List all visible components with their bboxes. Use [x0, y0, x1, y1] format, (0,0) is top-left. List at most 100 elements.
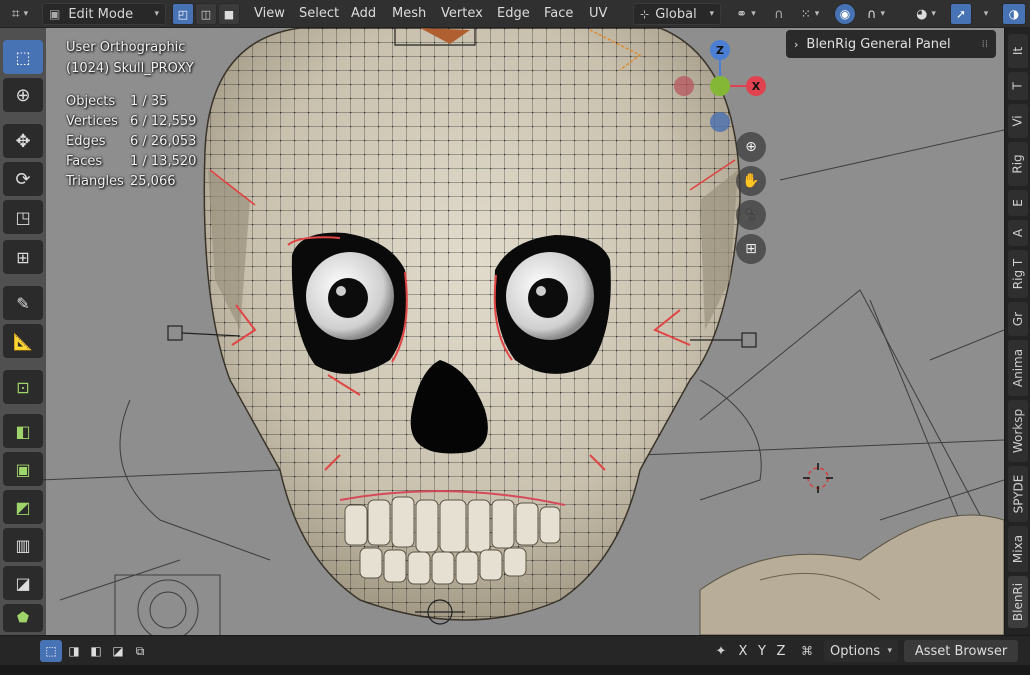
stat-label: Objects	[66, 94, 116, 109]
snap-target-button[interactable]: ⁙ ▾	[792, 3, 828, 25]
menu-vertex[interactable]: Vertex	[441, 6, 483, 21]
chevron-down-icon: ▾	[931, 9, 936, 19]
editor-type-button[interactable]: ⌗ ▾	[4, 3, 36, 25]
knife-tool[interactable]: ◪	[3, 566, 43, 600]
pan-button[interactable]: ✋	[736, 166, 766, 196]
topology-mirror-icon: ⌘	[801, 644, 813, 658]
tab-rig-t[interactable]: Rig T	[1008, 250, 1028, 298]
topology-mirror-toggle[interactable]: ⌘	[796, 640, 818, 662]
tab-view[interactable]: Vi	[1008, 104, 1028, 138]
tab-rig[interactable]: Rig	[1008, 142, 1028, 186]
viewport-footer: ⬚ ◨ ◧ ◪ ⧉ ✦ X Y Z ⌘ Options ▾ Asset Brow…	[0, 635, 1030, 665]
hand-icon: ✋	[742, 173, 760, 189]
transform-tool[interactable]: ⊞	[3, 240, 43, 274]
snap-toggle[interactable]: ∩	[768, 3, 790, 25]
mirror-y-toggle[interactable]: Y	[753, 640, 771, 662]
orientation-label: Global	[655, 6, 697, 22]
drag-handle-icon[interactable]: ⁞⁞	[982, 39, 988, 50]
annotate-tool[interactable]: ✎	[3, 286, 43, 320]
edit-mode-icon: ▣	[49, 7, 61, 21]
menu-select[interactable]: Select	[299, 6, 339, 21]
menu-mesh[interactable]: Mesh	[392, 6, 426, 21]
tab-a[interactable]: A	[1008, 220, 1028, 246]
menu-add[interactable]: Add	[351, 6, 376, 21]
status-bar	[0, 665, 1030, 675]
add-cube-tool[interactable]: ⊡	[3, 370, 43, 404]
tab-item[interactable]: It	[1008, 34, 1028, 68]
tab-anima[interactable]: Anima	[1008, 340, 1028, 396]
cursor-tool[interactable]: ⊕	[3, 78, 43, 112]
overlay-icon: ◑	[1008, 7, 1020, 21]
pivot-point-button[interactable]: ⚭ ▾	[730, 3, 762, 25]
mirror-toggle[interactable]: ✦	[710, 640, 732, 662]
rotate-tool[interactable]: ⟳	[3, 162, 43, 196]
chevron-down-icon: ▾	[983, 9, 989, 19]
blenrig-panel-header[interactable]: › BlenRig General Panel ⁞⁞	[786, 30, 996, 58]
gizmo-arrow-icon: ➚	[955, 7, 967, 21]
y-axis-ball[interactable]	[710, 76, 730, 96]
z-axis-ball[interactable]: Z	[710, 40, 730, 60]
select-extend-button[interactable]: ◨	[64, 640, 84, 662]
menu-uv[interactable]: UV	[589, 6, 607, 21]
select-subtract-button[interactable]: ◧	[86, 640, 106, 662]
zoom-button[interactable]: ⊕	[736, 132, 766, 162]
add-cube-icon: ⊡	[16, 377, 30, 397]
gizmo-toggle[interactable]: ➚	[950, 3, 972, 25]
bevel-tool[interactable]: ◩	[3, 490, 43, 524]
menu-face[interactable]: Face	[544, 6, 573, 21]
scale-tool[interactable]: ◳	[3, 200, 43, 234]
select-intersect-button[interactable]: ⧉	[130, 640, 150, 662]
measure-tool[interactable]: 📐	[3, 324, 43, 358]
proportional-edit-toggle[interactable]: ◉	[834, 3, 856, 25]
face-select-button[interactable]: ■	[218, 3, 240, 25]
menu-view[interactable]: View	[254, 6, 285, 21]
camera-view-button[interactable]: 🎥	[736, 200, 766, 230]
poly-build-tool[interactable]: ⬟	[3, 604, 43, 632]
tab-blenri[interactable]: BlenRi	[1008, 576, 1028, 628]
tool-shelf: ⬚ ⊕ ✥ ⟳ ◳ ⊞ ✎ 📐 ⊡ ◧ ▣ ◩ ▥ ◪ ⬟	[0, 28, 46, 635]
select-new-button[interactable]: ⬚	[40, 640, 62, 662]
negative-z-axis-ball[interactable]	[710, 112, 730, 132]
tab-worksp[interactable]: Worksp	[1008, 400, 1028, 462]
viewport-header: ⌗ ▾ ▣ Edit Mode ▾ ◰ ◫ ■ View Select Add M…	[0, 0, 1030, 28]
extrude-tool[interactable]: ◧	[3, 414, 43, 448]
menu-edge[interactable]: Edge	[497, 6, 530, 21]
stat-value: 6 / 26,053	[130, 134, 197, 149]
select-box-tool[interactable]: ⬚	[3, 40, 43, 74]
tab-spyde[interactable]: SPYDE	[1008, 466, 1028, 522]
tab-tool[interactable]: T	[1008, 72, 1028, 100]
mirror-z-toggle[interactable]: Z	[772, 640, 790, 662]
mode-dropdown[interactable]: ▣ Edit Mode ▾	[42, 3, 166, 25]
panel-title: BlenRig General Panel	[806, 36, 951, 52]
select-invert-button[interactable]: ◪	[108, 640, 128, 662]
proportional-edit-icon: ◉	[839, 7, 851, 21]
move-tool[interactable]: ✥	[3, 124, 43, 158]
inset-icon: ▣	[15, 459, 31, 479]
tab-e[interactable]: E	[1008, 190, 1028, 216]
falloff-dropdown[interactable]: ∩ ▾	[858, 3, 894, 25]
viewport-visibility-button[interactable]: ◕ ▾	[908, 3, 944, 25]
editor-type-icon: ⌗	[11, 6, 20, 22]
chevron-down-icon: ▾	[154, 9, 159, 19]
vertex-select-button[interactable]: ◰	[172, 3, 194, 25]
ortho-toggle-button[interactable]: ⊞	[736, 234, 766, 264]
inset-tool[interactable]: ▣	[3, 452, 43, 486]
edge-select-icon: ◫	[200, 7, 212, 21]
loop-cut-tool[interactable]: ▥	[3, 528, 43, 562]
pivot-icon: ⚭	[736, 6, 748, 22]
options-dropdown[interactable]: Options ▾	[824, 640, 898, 662]
butterfly-icon: ✦	[715, 643, 727, 659]
asset-browser-button[interactable]: Asset Browser	[904, 640, 1018, 662]
gizmo-dropdown[interactable]: ▾	[974, 3, 994, 25]
mirror-x-toggle[interactable]: X	[734, 640, 752, 662]
chevron-down-icon: ▾	[887, 646, 892, 656]
x-axis-ball[interactable]: X	[746, 76, 766, 96]
stat-label: Vertices	[66, 114, 118, 129]
tab-gr[interactable]: Gr	[1008, 302, 1028, 336]
stat-label: Triangles	[66, 174, 124, 189]
overlay-toggle[interactable]: ◑	[1002, 3, 1026, 25]
transform-orientation-dropdown[interactable]: ⊹ Global ▾	[633, 3, 721, 25]
tab-mixa[interactable]: Mixa	[1008, 526, 1028, 572]
edge-select-button[interactable]: ◫	[195, 3, 217, 25]
negative-x-axis-ball[interactable]	[674, 76, 694, 96]
